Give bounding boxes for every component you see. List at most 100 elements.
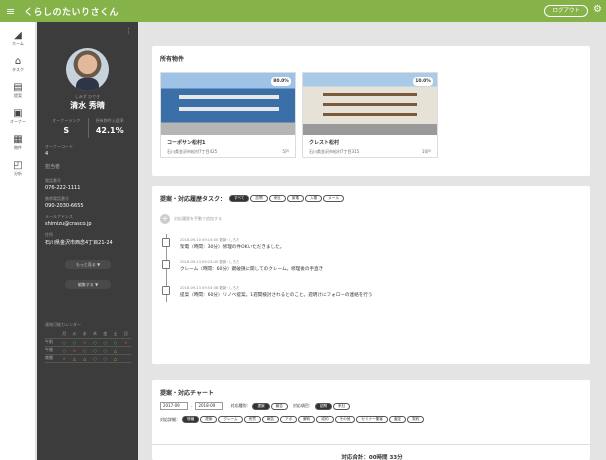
history-meta: 2018-09-13 09:53:48 更新: しろた [180, 286, 240, 290]
occupancy-badge: 10.0% [413, 77, 433, 86]
edit-button[interactable]: 編集する ▼ [65, 280, 111, 289]
owner-code-label: オーナーコード [45, 144, 73, 149]
detail-option[interactable]: アポ [280, 416, 298, 423]
gear-icon[interactable]: ⚙ [593, 4, 602, 15]
detail-option[interactable]: その他 [334, 416, 356, 423]
calendar-header-row: 月 火 水 木 金 土 日 [45, 330, 131, 339]
date-to-input[interactable]: 2018-09 [195, 402, 224, 410]
document-icon [162, 286, 170, 295]
item-label: 対応項目： [292, 403, 313, 408]
logout-button[interactable]: ログアウト [544, 5, 588, 17]
calendar-cell [120, 354, 131, 363]
detail-option[interactable]: セミナー集客 [356, 416, 388, 423]
owner-rank: オーナーランク S [45, 118, 88, 138]
filter-outgoing-call[interactable]: 架電 [286, 195, 304, 202]
address-label: 住所 [45, 232, 53, 237]
plus-icon[interactable]: + [160, 214, 170, 224]
calendar-cell: ○ [100, 338, 111, 347]
task-filter-bar: 提案・対応履歴タスク： すべて 訪問 来社 架電 入電 メール [160, 194, 345, 203]
owner-code-field: オーナーコード 4 [45, 144, 73, 157]
nav-item-owner[interactable]: ▣ オーナー [0, 104, 36, 128]
filter-office-visit[interactable]: 来社 [268, 195, 286, 202]
item-option[interactable]: 訪問 [314, 402, 333, 410]
nav-item-home[interactable]: ◢ ホーム [0, 26, 36, 50]
nav-item-proposal[interactable]: ▤ 提案 [0, 78, 36, 102]
detail-option[interactable]: 売買 [243, 416, 261, 423]
filter-email[interactable]: メール [323, 195, 344, 202]
menu-icon[interactable]: ≡ [6, 5, 20, 18]
calendar-cell: ○ [59, 338, 70, 347]
calendar-row-label: 午後 [45, 346, 59, 355]
calendar-cell: ○ [100, 346, 111, 355]
property-icon: ▦ [13, 133, 23, 145]
calendar-cell: × [69, 346, 80, 355]
calendar-cell: × [120, 338, 131, 347]
property-name: コーポサン松村1 [167, 140, 206, 146]
response-total: 対応合計：00時間 33分 [152, 444, 592, 460]
phone-value[interactable]: 076-222-1111 [45, 185, 80, 191]
history-text: 提案（時間：60分）リノベ提案。1週間検討されるとのこと。週明けにフォローの連絡… [180, 293, 373, 298]
more-options-icon[interactable]: ⋮ [125, 27, 132, 35]
calendar-cell: × [79, 338, 90, 347]
detail-option[interactable]: 報告 [261, 416, 280, 423]
phone-label: 電話番号 [45, 178, 61, 183]
calendar-cell: ○ [69, 338, 80, 347]
detail-option[interactable]: 解約 [298, 416, 316, 423]
filter-visit[interactable]: 訪問 [250, 195, 268, 202]
detail-option[interactable]: 査定 [388, 416, 407, 423]
nav-label: 提案 [14, 92, 22, 98]
mobile-value[interactable]: 090-2030-6655 [45, 203, 84, 209]
history-text: クレーム（時間：60分）鍵破損に関してのクレーム。修理後の手直き [180, 267, 324, 272]
detail-option[interactable]: 提案 [200, 416, 218, 423]
document-icon [162, 260, 170, 269]
filter-incoming-call[interactable]: 入電 [304, 195, 323, 202]
history-text: 架電（時間：30分）修理の件OKいただきました。 [180, 245, 285, 250]
detail-option[interactable]: クレーム [218, 416, 243, 423]
calendar-cell: ○ [89, 354, 101, 363]
calendar-cell: ○ [89, 346, 101, 355]
type-label: 対応種別： [230, 403, 251, 408]
add-history-label[interactable]: 対応履歴を手動で追加する [174, 216, 222, 222]
app-logo[interactable]: くらしのたいりさくん [24, 5, 119, 18]
nav-item-property[interactable]: ▦ 物件 [0, 130, 36, 154]
occupancy-rate: 所有物件入居率 42.1% [87, 118, 132, 138]
detail-option[interactable]: 契約 [407, 416, 425, 423]
chart-title: 提案・対応チャート [160, 390, 214, 397]
detail-option[interactable]: 成約 [316, 416, 334, 423]
document-icon [162, 238, 170, 247]
task-history-title: 提案・対応履歴タスク： [160, 196, 227, 203]
detail-option[interactable]: 修繕 [182, 416, 200, 423]
contact-calendar-title: 連絡可能カレンダー [45, 322, 81, 327]
calendar-day: 土 [110, 330, 121, 339]
home-icon: ◢ [14, 29, 22, 41]
calendar-cell: × [59, 354, 70, 363]
property-card[interactable]: 80.0% コーポサン松村1 石川県金沢市松村7丁目425 5戸 [160, 72, 296, 158]
add-history-row[interactable]: + 対応履歴を手動で追加する [160, 214, 222, 224]
property-card[interactable]: 10.0% クレスト松村 石川県金沢市松村7丁目315 10戸 [302, 72, 438, 158]
calendar-cell: ○ [89, 338, 101, 347]
type-option[interactable]: 報告 [270, 402, 288, 410]
show-more-button[interactable]: もっと見る ▼ [65, 260, 111, 269]
properties-card: 所有物件 80.0% コーポサン松村1 石川県金沢市松村7丁目425 5戸 10… [152, 46, 590, 176]
mobile-field: 携帯電話番号 090-2030-6655 [45, 196, 84, 209]
property-address: 石川県金沢市松村7丁目315 [309, 149, 360, 154]
occupancy-badge: 80.0% [271, 77, 291, 86]
nav-item-analysis[interactable]: ◰ 分析 [0, 156, 36, 180]
owner-code-value: 4 [45, 151, 49, 157]
email-value[interactable]: shimizu@crasco.jp [45, 221, 92, 227]
calendar-day: 金 [100, 330, 111, 339]
calendar-cell: △ [110, 346, 121, 355]
owner-rank-value: S [63, 126, 70, 135]
calendar-row-label: 午前 [45, 338, 59, 347]
nav-item-task[interactable]: ⌂ タスク [0, 52, 36, 76]
date-from-input[interactable]: 2017-09 [160, 402, 188, 410]
type-option[interactable]: 提案 [252, 402, 270, 410]
filter-all[interactable]: すべて [229, 195, 250, 202]
item-option[interactable]: 来社 [333, 402, 351, 410]
calendar-row-afternoon: 午後 ○ × ○ ○ ○ △ [45, 346, 131, 355]
task-icon: ⌂ [14, 55, 22, 67]
occupancy-rate-value: 42.1% [95, 126, 124, 135]
response-chart-card: 提案・対応チャート 2017-09 - 2018-09 対応種別： 提案 報告 … [152, 380, 592, 460]
property-address: 石川県金沢市松村7丁目425 [167, 149, 218, 154]
calendar-cell: ○ [59, 346, 70, 355]
